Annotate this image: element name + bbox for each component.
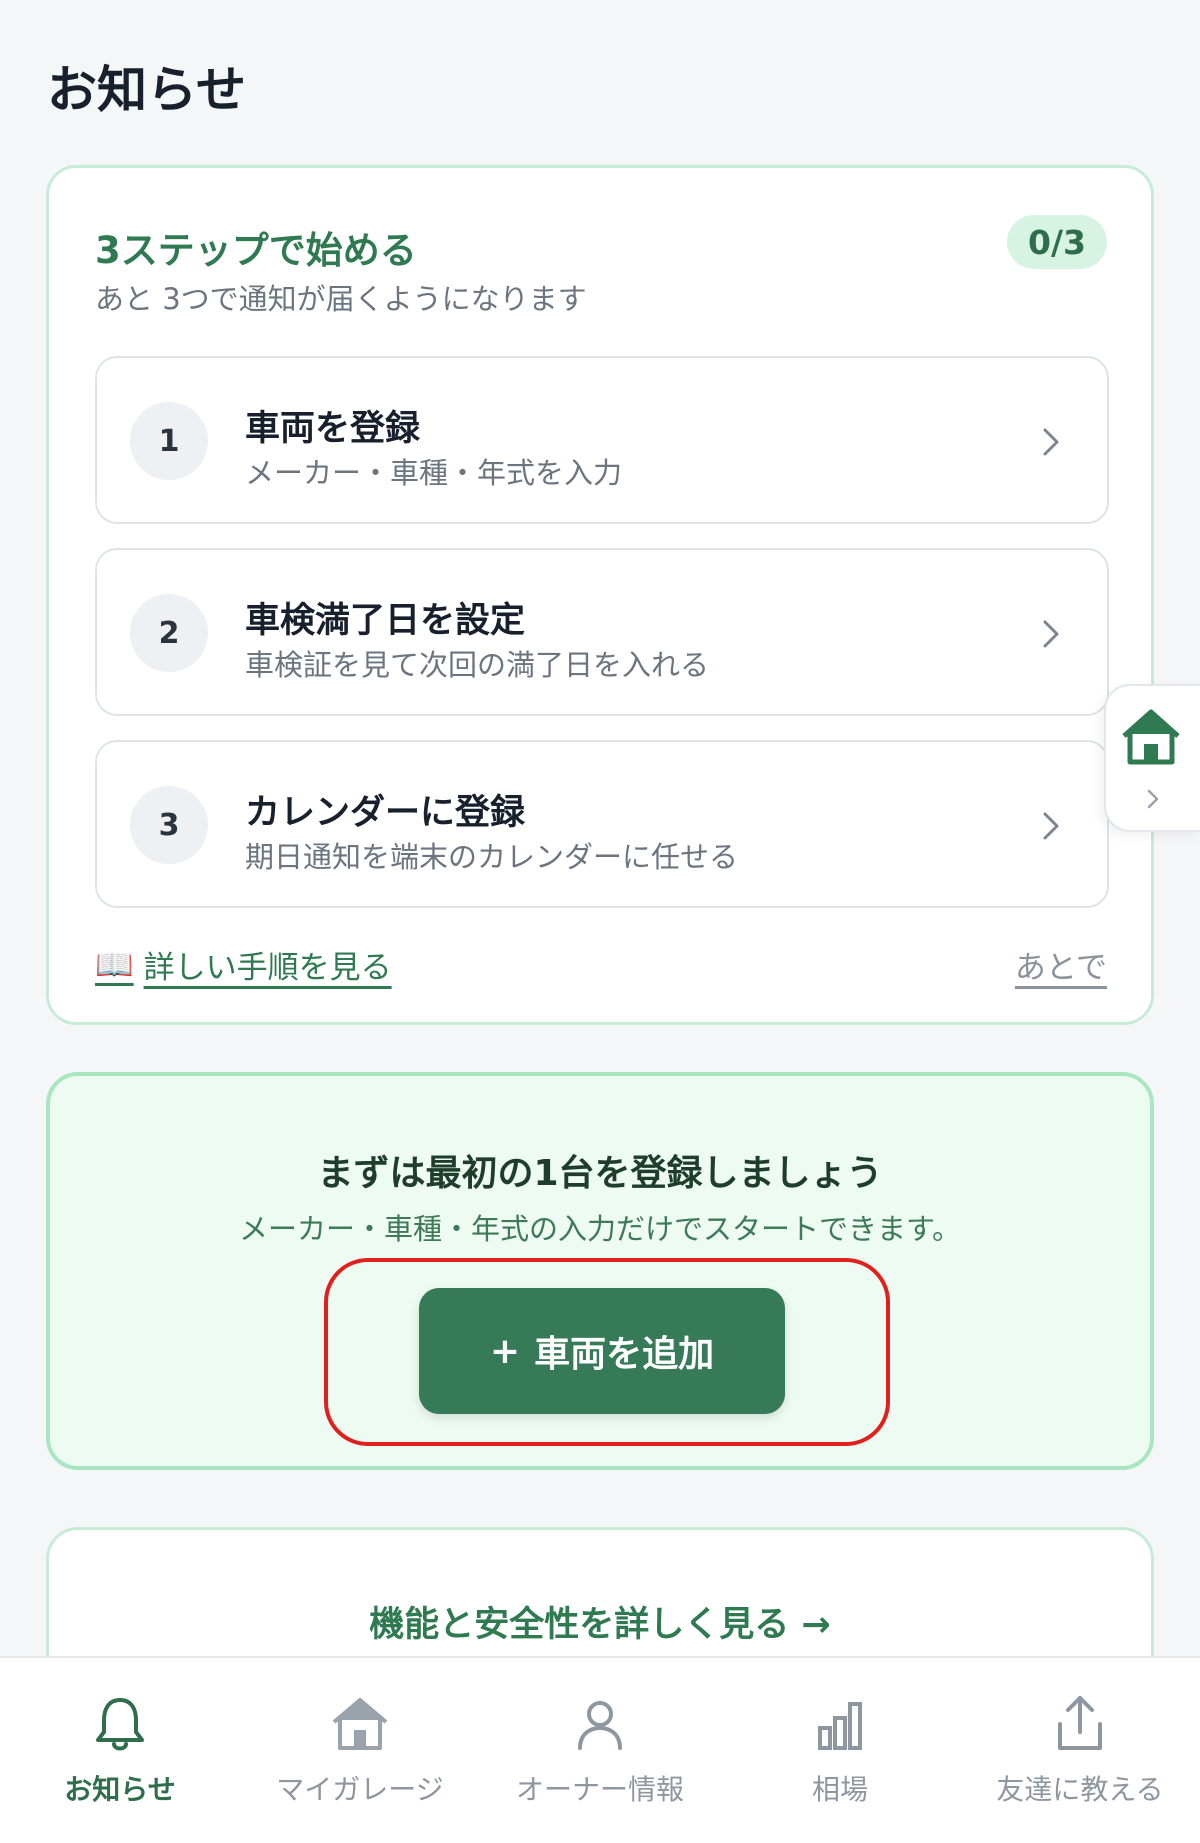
step-number: 2 bbox=[130, 594, 208, 672]
step-description: 期日通知を端末のカレンダーに任せる bbox=[245, 840, 739, 874]
nav-item-notifications[interactable]: お知らせ bbox=[0, 1658, 240, 1843]
page-title: お知らせ bbox=[47, 61, 246, 119]
step-title: 車両を登録 bbox=[245, 409, 421, 449]
cta-subtitle: メーカー・車種・年式の入力だけでスタートできます。 bbox=[238, 1212, 962, 1246]
person-icon bbox=[578, 1701, 622, 1750]
step-title: 車検満了日を設定 bbox=[245, 601, 526, 641]
progress-badge: 0/3 bbox=[1007, 215, 1107, 269]
book-icon: 📖 bbox=[95, 947, 134, 983]
step-description: メーカー・車種・年式を入力 bbox=[245, 456, 623, 490]
nav-label: お知らせ bbox=[64, 1773, 176, 1806]
cta-title: まずは最初の1台を登録しましょう bbox=[317, 1153, 883, 1194]
plus-icon: + bbox=[489, 1330, 521, 1372]
nav-label: 友達に教える bbox=[996, 1773, 1164, 1806]
house-icon bbox=[1122, 709, 1180, 765]
chevron-right-icon bbox=[1043, 620, 1059, 648]
chevron-right-icon bbox=[1043, 428, 1059, 456]
nav-label: 相場 bbox=[811, 1773, 868, 1806]
chevron-right-icon bbox=[1147, 789, 1159, 809]
step-register-vehicle[interactable]: 1 車両を登録 メーカー・車種・年式を入力 bbox=[95, 356, 1109, 524]
nav-label: マイガレージ bbox=[276, 1773, 444, 1806]
share-icon bbox=[1058, 1696, 1102, 1750]
detailed-guide-link[interactable]: 📖 詳しい手順を見る bbox=[95, 942, 392, 987]
step-title: カレンダーに登録 bbox=[245, 793, 526, 833]
step-number: 1 bbox=[130, 402, 208, 480]
first-vehicle-cta-card: まずは最初の1台を登録しましょう メーカー・車種・年式の入力だけでスタートできま… bbox=[46, 1072, 1154, 1470]
nav-label: オーナー情報 bbox=[515, 1773, 684, 1806]
nav-item-invite-friends[interactable]: 友達に教える bbox=[960, 1658, 1200, 1843]
onboarding-title: 3ステップで始める bbox=[95, 229, 417, 272]
step-description: 車検証を見て次回の満了日を入れる bbox=[245, 648, 710, 682]
step-set-inspection-date[interactable]: 2 車検満了日を設定 車検証を見て次回の満了日を入れる bbox=[95, 548, 1109, 716]
add-vehicle-label: 車両を追加 bbox=[534, 1334, 715, 1375]
add-vehicle-button[interactable]: + 車両を追加 bbox=[419, 1288, 785, 1414]
nav-item-owner-info[interactable]: オーナー情報 bbox=[480, 1658, 720, 1843]
nav-item-market-price[interactable]: 相場 bbox=[720, 1658, 960, 1843]
onboarding-subtitle: あと 3つで通知が届くようになります bbox=[95, 282, 587, 316]
bell-icon bbox=[96, 1698, 144, 1751]
later-link[interactable]: あとで bbox=[1015, 942, 1107, 987]
features-link[interactable]: 機能と安全性を詳しく見る → bbox=[49, 1596, 1151, 1647]
house-icon bbox=[332, 1698, 388, 1750]
onboarding-card: 3ステップで始める 0/3 あと 3つで通知が届くようになります 1 車両を登録… bbox=[46, 165, 1154, 1025]
bottom-nav: お知らせ マイガレージ オーナー情報 相場 友達に教える bbox=[0, 1656, 1200, 1843]
nav-item-my-garage[interactable]: マイガレージ bbox=[240, 1658, 480, 1843]
guide-link-label: 詳しい手順を見る bbox=[143, 950, 392, 986]
step-number: 3 bbox=[130, 786, 208, 864]
garage-side-tab[interactable] bbox=[1104, 684, 1200, 832]
bar-chart-icon bbox=[818, 1702, 862, 1750]
step-add-to-calendar[interactable]: 3 カレンダーに登録 期日通知を端末のカレンダーに任せる bbox=[95, 740, 1109, 908]
chevron-right-icon bbox=[1043, 812, 1059, 840]
